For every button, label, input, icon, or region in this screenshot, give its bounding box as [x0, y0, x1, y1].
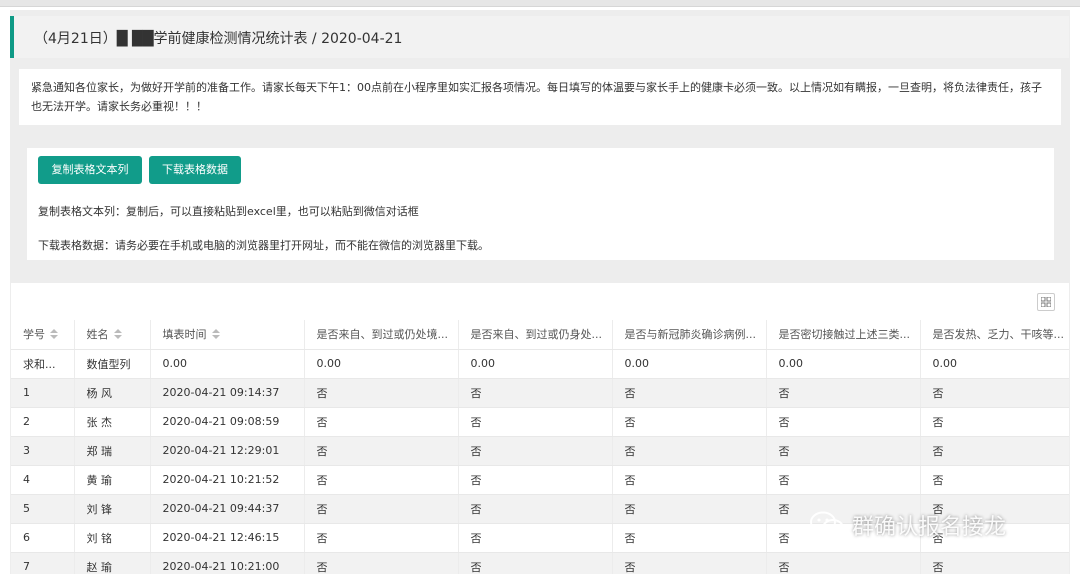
table-cell: 2 — [11, 407, 75, 437]
table-cell: 否 — [458, 436, 613, 466]
column-header-q2[interactable]: 是否来自、到过或仍身处... — [458, 320, 613, 350]
table-cell: 0.00 — [304, 349, 459, 379]
table-cell: 否 — [304, 378, 459, 408]
table-cell: 否 — [304, 552, 459, 574]
table-cell: 2020-04-21 12:46:15 — [150, 523, 305, 553]
table-cell: 否 — [612, 378, 767, 408]
table-cell: 0.00 — [150, 349, 305, 379]
table-cell: 7 — [11, 552, 75, 574]
wechat-watermark: 群确认报名接龙 — [810, 508, 1006, 542]
table-cell: 5 — [11, 494, 75, 524]
table-cell: 否 — [766, 436, 921, 466]
table-cell: 否 — [612, 407, 767, 437]
table-cell: 0.00 — [458, 349, 613, 379]
column-header-q1[interactable]: 是否来自、到过或仍处境... — [304, 320, 459, 350]
wechat-icon — [810, 511, 844, 537]
table-cell: 否 — [766, 378, 921, 408]
download-hint-text: 下载表格数据：请务必要在手机或电脑的浏览器里打开网址，而不能在微信的浏览器里下载… — [38, 239, 489, 252]
download-data-button[interactable]: 下载表格数据 — [149, 156, 241, 184]
sort-icon[interactable] — [50, 329, 58, 340]
table-cell: 否 — [458, 523, 613, 553]
table-cell: 2020-04-21 09:44:37 — [150, 494, 305, 524]
table-cell: 否 — [766, 407, 921, 437]
watermark-text: 群确认报名接龙 — [852, 515, 1007, 540]
page-title: （4月21日）█ ██学前健康检测情况统计表 / 2020-04-21 — [34, 31, 403, 47]
browser-toolbar-strip — [0, 0, 1080, 7]
column-settings-icon[interactable] — [1037, 293, 1055, 311]
table-cell: 张 杰 — [74, 407, 151, 437]
table-cell: 0.00 — [612, 349, 767, 379]
table-row[interactable]: 4黄 瑜 2020-04-21 10:21:52 否否否否否 — [11, 465, 1069, 495]
table-row[interactable]: 2张 杰 2020-04-21 09:08:59 否否否否否 — [11, 407, 1069, 437]
table-cell: 否 — [612, 465, 767, 495]
table-cell: 1 — [11, 378, 75, 408]
column-header-student-id[interactable]: 学号 — [11, 320, 75, 350]
table-cell: 否 — [304, 465, 459, 495]
table-cell: 否 — [304, 494, 459, 524]
page-header: （4月21日）█ ██学前健康检测情况统计表 / 2020-04-21 — [10, 16, 1069, 58]
table-row[interactable]: 7赵 瑜 2020-04-21 10:21:00 否否否否否 — [11, 552, 1069, 574]
table-cell: 否 — [920, 378, 1069, 408]
table-cell: 否 — [920, 465, 1069, 495]
column-header-name[interactable]: 姓名 — [74, 320, 151, 350]
table-cell: 赵 瑜 — [74, 552, 151, 574]
table-cell: 2020-04-21 09:14:37 — [150, 378, 305, 408]
table-cell: 否 — [920, 552, 1069, 574]
table-cell: 否 — [612, 494, 767, 524]
notice-box: 紧急通知各位家长，为做好开学前的准备工作。请家长每天下午1：00点前在小程序里如… — [19, 69, 1061, 125]
table-cell: 6 — [11, 523, 75, 553]
table-cell: 否 — [920, 407, 1069, 437]
table-cell: 刘 铭 — [74, 523, 151, 553]
table-cell: 否 — [304, 523, 459, 553]
table-cell: 2020-04-21 12:29:01 — [150, 436, 305, 466]
table-cell: 否 — [612, 523, 767, 553]
sort-icon[interactable] — [211, 329, 220, 340]
table-cell: 否 — [612, 436, 767, 466]
table-cell: 否 — [458, 494, 613, 524]
table-cell: 否 — [766, 552, 921, 574]
table-header-row: 学号 姓名 填表时间 是否来自、到过或仍处境... 是否来自、到过或仍身处...… — [11, 320, 1069, 350]
table-row[interactable]: 3郑 瑞 2020-04-21 12:29:01 否否否否否 — [11, 436, 1069, 466]
table-cell: 否 — [458, 407, 613, 437]
table-cell: 郑 瑞 — [74, 436, 151, 466]
column-header-q4[interactable]: 是否密切接触过上述三类... — [766, 320, 921, 350]
table-cell: 否 — [458, 552, 613, 574]
table-cell: 否 — [458, 378, 613, 408]
table-cell: 否 — [920, 436, 1069, 466]
table-cell: 2020-04-21 10:21:00 — [150, 552, 305, 574]
table-row[interactable]: 1杨 风 2020-04-21 09:14:37 否否否否否 — [11, 378, 1069, 408]
table-cell: 否 — [304, 436, 459, 466]
table-cell: 0.00 — [766, 349, 921, 379]
table-cell: 数值型列 — [74, 349, 151, 379]
column-header-fill-time[interactable]: 填表时间 — [150, 320, 305, 350]
summary-row: 求和... 数值型列 0.00 0.00 0.00 0.00 0.00 0.00 — [11, 349, 1069, 379]
copy-hint-text: 复制表格文本列：复制后，可以直接粘贴到excel里，也可以粘贴到微信对话框 — [38, 205, 419, 218]
table-cell: 2020-04-21 09:08:59 — [150, 407, 305, 437]
table-cell: 4 — [11, 465, 75, 495]
table-cell: 杨 风 — [74, 378, 151, 408]
table-cell: 求和... — [11, 349, 75, 379]
table-cell: 否 — [766, 465, 921, 495]
table-cell: 2020-04-21 10:21:52 — [150, 465, 305, 495]
table-cell: 否 — [304, 407, 459, 437]
sort-icon[interactable] — [113, 329, 122, 340]
table-cell: 0.00 — [920, 349, 1069, 379]
table-cell: 3 — [11, 436, 75, 466]
copy-text-columns-button[interactable]: 复制表格文本列 — [38, 156, 142, 184]
table-cell: 刘 锋 — [74, 494, 151, 524]
column-header-q5[interactable]: 是否发热、乏力、干咳等... — [920, 320, 1069, 350]
notice-text: 紧急通知各位家长，为做好开学前的准备工作。请家长每天下午1：00点前在小程序里如… — [31, 81, 1042, 113]
table-cell: 否 — [458, 465, 613, 495]
table-cell: 否 — [612, 552, 767, 574]
actions-panel: 复制表格文本列 下载表格数据 复制表格文本列：复制后，可以直接粘贴到excel里… — [27, 148, 1054, 260]
table-cell: 黄 瑜 — [74, 465, 151, 495]
column-header-q3[interactable]: 是否与新冠肺炎确诊病例... — [612, 320, 767, 350]
